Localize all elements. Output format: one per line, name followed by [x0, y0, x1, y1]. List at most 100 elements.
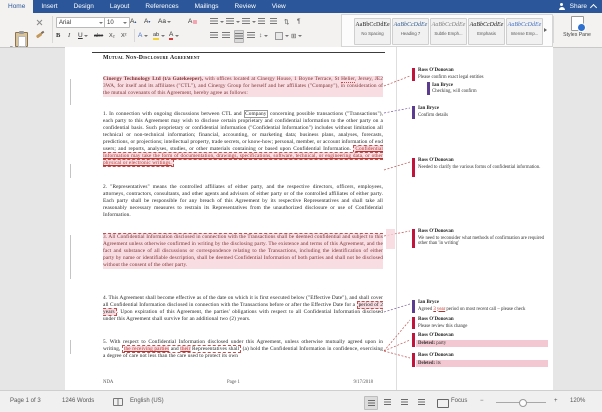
print-layout-view-button[interactable]	[364, 396, 378, 410]
tab-mailings[interactable]: Mailings	[187, 0, 227, 13]
format-painter-button[interactable]	[35, 30, 43, 41]
increase-indent-button[interactable]	[270, 16, 277, 27]
tab-review[interactable]: Review	[226, 0, 263, 13]
cut-button[interactable]	[36, 17, 43, 28]
tab-view[interactable]: View	[264, 0, 294, 13]
font-size-select[interactable]: 10	[104, 17, 130, 28]
misspelled-word: Helier	[341, 76, 355, 83]
style-card-no-spacing[interactable]: AaBbCcDdEe No Spacing	[354, 18, 391, 45]
align-center-button[interactable]	[222, 30, 230, 41]
highlight-button[interactable]: ab	[153, 30, 165, 41]
collapse-ribbon-icon[interactable]	[589, 3, 598, 12]
comment-reply-author[interactable]: Ian Bryce	[432, 83, 453, 88]
font-color-button[interactable]: A	[169, 30, 179, 41]
comment-author[interactable]: Ross O'Donovan	[418, 68, 454, 73]
zoom-in-button[interactable]: +	[554, 398, 558, 404]
styles-more-icon[interactable]	[544, 28, 547, 32]
status-bar: Page 1 of 3 1246 Words English (US) Focu…	[0, 390, 602, 412]
change-bar	[70, 164, 71, 178]
comment-bar	[412, 317, 415, 329]
comment-author[interactable]: Ross O'Donovan	[418, 333, 454, 338]
sort-button[interactable]: ⇅	[284, 16, 289, 27]
style-card-subtle-emphasis[interactable]: AaBbCcDdEe Subtle Emph...	[430, 18, 467, 45]
comment-bar	[412, 68, 415, 81]
change-case-button[interactable]: Aa	[158, 16, 172, 27]
styles-pane-label: Styles Pane	[563, 32, 591, 38]
comment-author[interactable]: Ross O'Donovan	[418, 158, 454, 163]
tab-insert[interactable]: Insert	[33, 0, 65, 13]
comment-bar	[412, 158, 415, 177]
change-bar	[70, 235, 71, 279]
comment-text[interactable]: We need to reconsider what methods of co…	[418, 236, 548, 248]
styles-pane-icon	[570, 16, 586, 32]
grow-font-button[interactable]: A ▴	[130, 16, 136, 27]
comment-text[interactable]: Please review this change	[418, 324, 548, 330]
show-paragraph-marks-button[interactable]: ¶	[297, 16, 301, 27]
shrink-font-button[interactable]: A ▾	[144, 16, 150, 27]
ribbon-tab-bar: Home Insert Design Layout References Mai…	[0, 0, 602, 13]
align-left-button[interactable]	[210, 30, 218, 41]
zoom-slider-thumb[interactable]	[519, 398, 527, 407]
tab-layout[interactable]: Layout	[102, 0, 138, 13]
tracked-anchor-company: Company	[243, 110, 268, 118]
font-name-select[interactable]: Arial	[56, 17, 106, 28]
zoom-level[interactable]: 120%	[570, 398, 585, 404]
web-layout-view-button[interactable]	[398, 396, 410, 408]
style-card-emphasis[interactable]: AaBbCcDdEe Emphasis	[468, 18, 505, 45]
clear-formatting-button[interactable]: A	[188, 16, 198, 27]
bold-button[interactable]: B	[56, 30, 60, 41]
strikethrough-button[interactable]: abe	[94, 30, 103, 41]
comment-author[interactable]: Ian Bryce	[418, 106, 439, 111]
read-mode-view-button[interactable]	[381, 396, 393, 408]
focus-mode-icon[interactable]	[437, 399, 449, 408]
decrease-indent-button[interactable]	[258, 16, 265, 27]
underline-button[interactable]: U	[78, 30, 89, 41]
italic-button[interactable]: I	[68, 30, 70, 41]
line-spacing-button[interactable]: ↕	[259, 30, 268, 41]
bullets-button[interactable]	[210, 16, 224, 27]
language-status[interactable]: English (US)	[130, 398, 164, 404]
comment-bar	[412, 300, 415, 313]
proofing-status-icon[interactable]	[113, 398, 123, 406]
superscript-button[interactable]: X²	[121, 30, 127, 41]
tracked-change-box: the receiving parties and their Represen…	[121, 344, 242, 353]
comment-reply-text[interactable]: Checking, will confirm	[432, 89, 548, 95]
comment-author[interactable]: Ross O'Donovan	[418, 229, 454, 234]
outline-view-button[interactable]	[415, 396, 427, 408]
comment-text[interactable]: Please confirm exact legal entities	[418, 75, 548, 81]
styles-pane-button[interactable]: Styles Pane	[556, 14, 598, 45]
comment-bar	[412, 353, 415, 367]
borders-button[interactable]: ⊞	[291, 30, 302, 41]
tab-references[interactable]: References	[137, 0, 186, 13]
comment-author[interactable]: Ross O'Donovan	[418, 353, 454, 358]
zoom-out-button[interactable]: −	[480, 398, 484, 404]
document-title: Mutual Non-Disclosure Agreement	[103, 55, 200, 61]
focus-mode-label[interactable]: Focus	[451, 398, 467, 404]
comment-text[interactable]: Needed to clarify the various forms of c…	[418, 165, 548, 171]
shading-button[interactable]	[275, 30, 289, 41]
comment-text[interactable]: Confirm details	[418, 113, 548, 119]
page-count-status[interactable]: Page 1 of 3	[10, 398, 41, 404]
multilevel-list-button[interactable]	[242, 16, 256, 27]
numbering-button[interactable]	[226, 16, 240, 27]
tab-design[interactable]: Design	[66, 0, 102, 13]
deletion-note[interactable]: Deleted: party	[418, 341, 548, 347]
deletion-note[interactable]: Deleted: its	[418, 361, 548, 367]
subscript-button[interactable]: X₂	[109, 30, 115, 41]
comment-anchor-highlight	[386, 229, 395, 249]
text-effects-button[interactable]: A	[138, 30, 148, 41]
align-right-button[interactable]	[234, 30, 244, 43]
paragraph-2: 2. "Representatives" means the controlle…	[103, 184, 383, 218]
comment-text[interactable]: Agreed 3 year period on most recent call…	[418, 307, 552, 313]
page-footer: NDA Page 1 9/17/2018	[103, 380, 373, 385]
brush-icon	[35, 32, 43, 39]
style-card-heading7[interactable]: AaBbCcDdEe Heading 7	[392, 18, 429, 45]
tab-home[interactable]: Home	[0, 0, 34, 13]
share-button[interactable]: Share	[558, 0, 598, 13]
footer-page-number: Page 1	[227, 380, 240, 385]
word-count-status[interactable]: 1246 Words	[62, 398, 94, 404]
comment-author[interactable]: Ian Bryce	[418, 300, 439, 305]
comment-author[interactable]: Ross O'Donovan	[418, 317, 454, 322]
style-card-intense-emphasis[interactable]: AaBbCcDdEe Intense Emp...	[506, 18, 543, 45]
justify-button[interactable]	[247, 30, 255, 41]
